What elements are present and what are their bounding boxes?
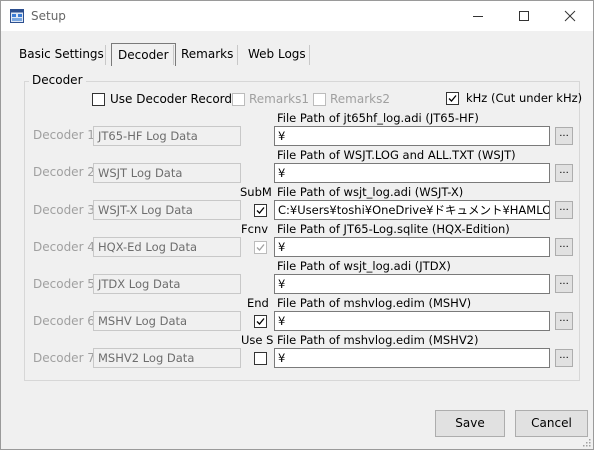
decoder-3-side-label: SubM: [240, 185, 272, 199]
decoder-3-checkbox[interactable]: [254, 204, 267, 217]
decoder-7-path-input[interactable]: ¥: [274, 348, 550, 368]
save-button[interactable]: Save: [435, 410, 505, 437]
decoder-7-checkbox[interactable]: [254, 352, 267, 365]
tab-divider: [309, 45, 310, 65]
decoder-6-browse-button[interactable]: ...: [555, 312, 573, 330]
khz-label: kHz (Cut under kHz): [466, 91, 583, 105]
decoder-6-path-label: File Path of mshvlog.edim (MSHV): [277, 296, 472, 310]
tab-basic-settings[interactable]: Basic Settings: [13, 43, 110, 65]
tab-remarks[interactable]: Remarks: [175, 43, 239, 65]
decoder-3-path-input[interactable]: C:¥Users¥toshi¥OneDrive¥ドキュメント¥HAMLOG: [274, 200, 550, 220]
decoder-7-name-field: MSHV2 Log Data: [93, 348, 241, 368]
checkmark-icon: [256, 244, 265, 251]
khz-checkbox[interactable]: [446, 92, 459, 105]
decoder-6-path-input[interactable]: ¥: [274, 311, 550, 331]
setup-window: Setup Basic Settings Decoder Remarks Web…: [0, 0, 594, 450]
remarks1-label: Remarks1: [249, 92, 309, 106]
use-decoder-record-checkbox[interactable]: [92, 93, 105, 106]
decoder-group-title: Decoder: [29, 73, 86, 87]
decoder-7-path-label: File Path of mshvlog.edim (MSHV2): [277, 333, 479, 347]
decoder-6-label: Decoder 6: [33, 314, 95, 328]
checkmark-icon: [448, 95, 457, 102]
decoder-6-name-field: MSHV Log Data: [93, 311, 241, 331]
decoder-7-side-label: Use S: [241, 333, 274, 347]
decoder-5-label: Decoder 5: [33, 277, 95, 291]
decoder-4-side-label: Fcnv: [241, 222, 269, 236]
minimize-button[interactable]: [455, 1, 501, 31]
use-decoder-record-label: Use Decoder Record: [110, 92, 233, 106]
decoder-4-checkbox[interactable]: [254, 241, 267, 254]
decoder-2-label: Decoder 2: [33, 165, 95, 179]
tab-divider: [173, 45, 174, 65]
cancel-button[interactable]: Cancel: [515, 410, 588, 437]
checkmark-icon: [256, 318, 265, 325]
decoder-7-browse-button[interactable]: ...: [555, 349, 573, 367]
decoder-4-name-field: HQX-Ed Log Data: [93, 237, 241, 257]
minimize-icon: [473, 16, 483, 17]
remarks2-label: Remarks2: [330, 92, 390, 106]
decoder-7-label: Decoder 7: [33, 351, 95, 365]
tab-divider: [105, 45, 106, 65]
decoder-1-browse-button[interactable]: ...: [555, 127, 573, 145]
decoder-6-checkbox[interactable]: [254, 315, 267, 328]
decoder-2-name-field: WSJT Log Data: [93, 163, 241, 183]
decoder-5-path-input[interactable]: ¥: [274, 274, 550, 294]
maximize-icon: [519, 11, 529, 21]
decoder-3-path-label: File Path of wsjt_log.adi (WSJT-X): [277, 185, 464, 199]
window-title: Setup: [31, 9, 66, 23]
decoder-2-path-label: File Path of WSJT.LOG and ALL.TXT (WSJT): [277, 148, 516, 162]
decoder-3-browse-button[interactable]: ...: [555, 201, 573, 219]
tab-decoder[interactable]: Decoder: [111, 43, 176, 66]
decoder-4-path-label: File Path of JT65-Log.sqlite (HQX-Editio…: [277, 222, 510, 236]
decoder-2-path-input[interactable]: ¥: [274, 163, 550, 183]
decoder-4-browse-button[interactable]: ...: [555, 238, 573, 256]
decoder-1-label: Decoder 1: [33, 128, 95, 142]
decoder-5-name-field: JTDX Log Data: [93, 274, 241, 294]
decoder-3-label: Decoder 3: [33, 203, 95, 217]
decoder-4-label: Decoder 4: [33, 240, 95, 254]
remarks1-checkbox[interactable]: [232, 93, 245, 106]
decoder-4-path-input[interactable]: ¥: [274, 237, 550, 257]
decoder-1-path-label: File Path of jt65hf_log.adi (JT65-HF): [277, 111, 479, 125]
decoder-1-path-input[interactable]: ¥: [274, 126, 550, 146]
decoder-1-name-field: JT65-HF Log Data: [93, 126, 241, 146]
checkmark-icon: [256, 207, 265, 214]
tab-web-logs[interactable]: Web Logs: [242, 43, 312, 65]
close-button[interactable]: [547, 1, 593, 31]
maximize-button[interactable]: [501, 1, 547, 31]
tab-divider: [237, 45, 238, 65]
title-bar: Setup: [1, 1, 593, 31]
decoder-6-side-label: End: [247, 296, 269, 310]
decoder-3-name-field: WSJT-X Log Data: [93, 200, 241, 220]
remarks2-checkbox[interactable]: [313, 93, 326, 106]
decoder-5-path-label: File Path of wsjt_log.adi (JTDX): [277, 259, 451, 273]
decoder-5-browse-button[interactable]: ...: [555, 275, 573, 293]
app-icon: [10, 9, 24, 23]
decoder-2-browse-button[interactable]: ...: [555, 164, 573, 182]
close-icon: [564, 10, 576, 22]
resize-grip-icon[interactable]: [581, 437, 591, 447]
